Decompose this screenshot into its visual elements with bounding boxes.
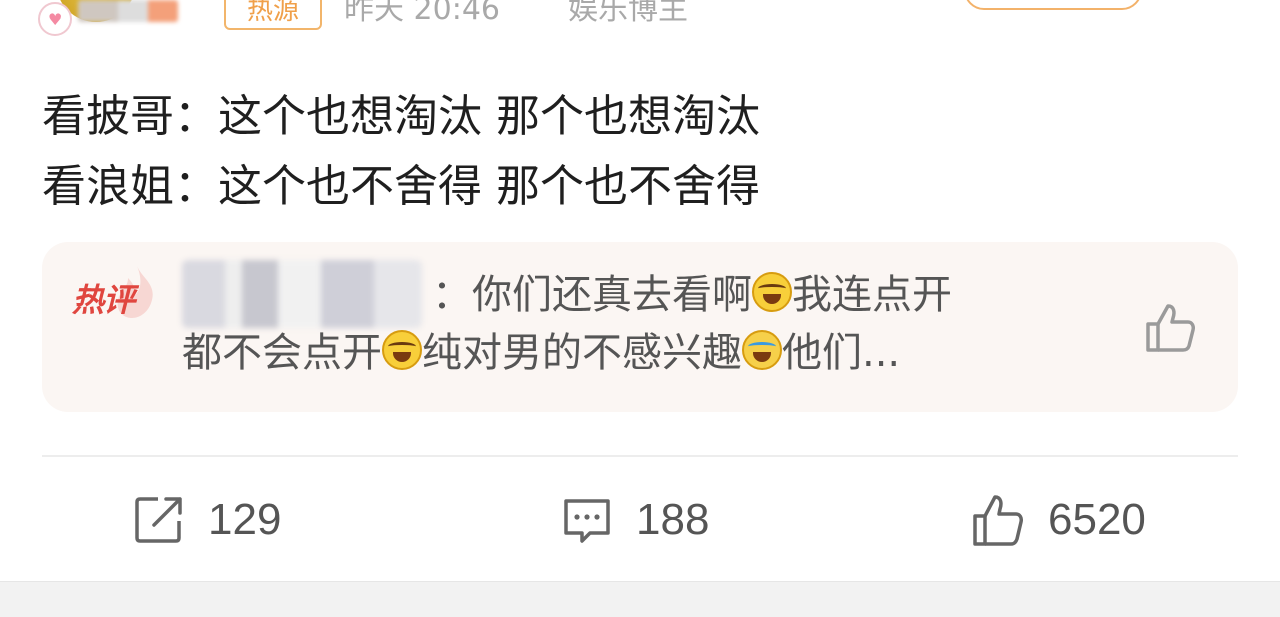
like-button[interactable]: 6520	[970, 490, 1146, 550]
comment-icon	[564, 499, 610, 543]
heart-icon: ♥	[48, 10, 63, 29]
author-name-blurred	[78, 0, 178, 22]
divider	[42, 455, 1238, 457]
post-header: ♥ 热源 昨天 20:46 娱乐博主	[0, 0, 1280, 50]
post-line: 看浪姐：这个也不舍得 那个也不舍得	[42, 161, 760, 212]
like-count: 6520	[1048, 495, 1146, 544]
rolling-laughing-emoji-icon	[742, 330, 782, 370]
comment-button[interactable]: 188	[560, 490, 709, 550]
hot-comment-badge: 热评	[72, 266, 172, 330]
fan-badge: ♥	[38, 2, 72, 36]
comment-text: ：你们还真去看啊	[432, 272, 752, 318]
laughing-tears-emoji-icon	[752, 272, 792, 312]
hot-comment-text: ：你们还真去看啊 我连点开 都不会点开 纯对男的不感兴趣 他们...	[182, 266, 1082, 382]
author-role: 娱乐博主	[568, 0, 688, 27]
share-icon	[135, 497, 182, 543]
source-tag: 热源	[224, 0, 322, 30]
action-bar: 129 188 6520	[0, 470, 1280, 570]
feed-separator	[0, 581, 1280, 617]
laughing-tears-emoji-icon	[382, 330, 422, 370]
comment-text: 他们...	[782, 330, 901, 376]
hot-comment-label: 热评	[72, 281, 135, 319]
post-content: 看披哥：这个也想淘汰 那个也想淘汰 看浪姐：这个也不舍得 那个也不舍得	[42, 82, 760, 222]
comment-text: 纯对男的不感兴趣	[422, 330, 742, 376]
thumbs-up-icon	[1146, 304, 1195, 352]
comment-text: 都不会点开	[182, 330, 382, 376]
thumbs-up-icon	[973, 495, 1023, 546]
repost-count: 129	[208, 495, 282, 544]
comment-text: 我连点开	[792, 272, 952, 318]
repost-button[interactable]: 129	[132, 490, 281, 550]
hot-comment-card[interactable]: 热评 ：你们还真去看啊 我连点开 都不会点开 纯对男的不感兴趣 他们...	[42, 242, 1238, 412]
author-avatar[interactable]: ♥	[38, 0, 198, 42]
post-line: 看披哥：这个也想淘汰 那个也想淘汰	[42, 91, 760, 142]
follow-button[interactable]	[964, 0, 1142, 10]
comment-like-button[interactable]	[1142, 300, 1198, 356]
post-time: 昨天 20:46	[344, 0, 500, 27]
comment-count: 188	[636, 495, 710, 544]
